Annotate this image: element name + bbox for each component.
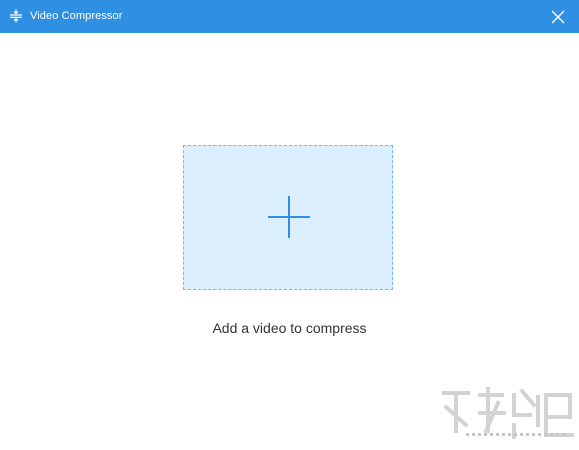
- window-title: Video Compressor: [30, 10, 123, 22]
- close-icon: [551, 10, 565, 24]
- plus-icon: [268, 196, 310, 238]
- add-video-label: Add a video to compress: [212, 320, 367, 336]
- add-video-dropzone[interactable]: [183, 145, 393, 290]
- compress-icon: [9, 9, 23, 23]
- title-bar: Video Compressor: [0, 0, 579, 33]
- watermark-logo: [438, 385, 578, 445]
- close-button[interactable]: [548, 7, 568, 27]
